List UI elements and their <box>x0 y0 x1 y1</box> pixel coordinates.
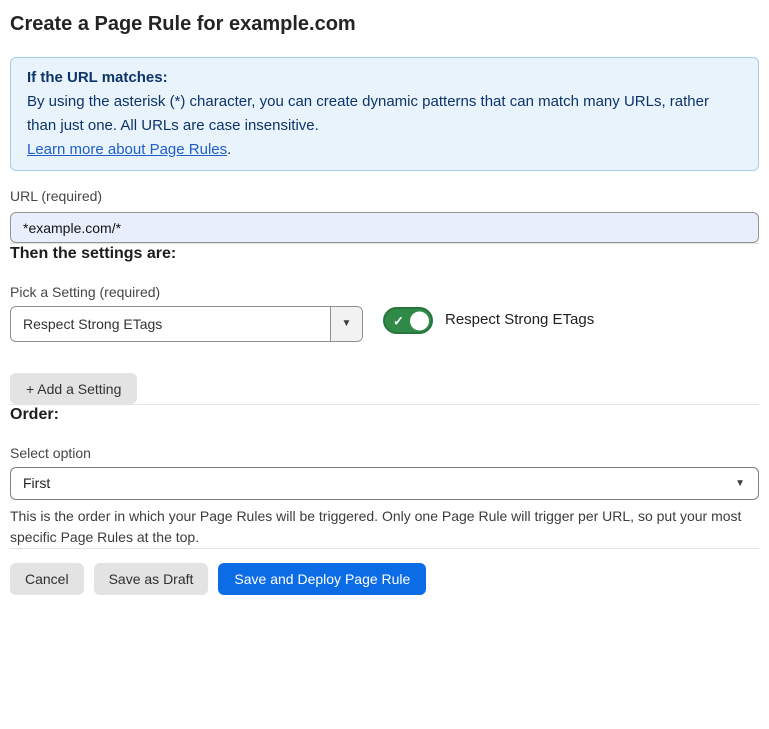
url-matches-info-box: If the URL matches: By using the asteris… <box>10 57 759 171</box>
info-box-body: By using the asterisk (*) character, you… <box>27 90 742 138</box>
info-link-line: Learn more about Page Rules. <box>27 138 742 162</box>
save-deploy-button[interactable]: Save and Deploy Page Rule <box>218 563 426 595</box>
chevron-down-icon: ▼ <box>735 479 745 489</box>
setting-dropdown-value: Respect Strong ETags <box>11 307 330 341</box>
footer-actions: Cancel Save as Draft Save and Deploy Pag… <box>10 563 759 595</box>
url-input[interactable] <box>10 212 759 243</box>
order-help-text: This is the order in which your Page Rul… <box>10 506 759 548</box>
link-period: . <box>227 141 231 158</box>
order-heading: Order: <box>10 405 759 424</box>
order-select-value: First <box>11 468 758 499</box>
save-draft-button[interactable]: Save as Draft <box>94 563 209 595</box>
page-title: Create a Page Rule for example.com <box>10 11 759 37</box>
select-option-label: Select option <box>10 445 759 462</box>
setting-row: Respect Strong ETags ▼ ✓ Respect Strong … <box>10 306 759 342</box>
create-page-rule-form: Create a Page Rule for example.com If th… <box>0 11 769 595</box>
order-select[interactable]: First ▼ <box>10 467 759 500</box>
check-icon: ✓ <box>393 314 404 327</box>
toggle-knob <box>410 311 429 330</box>
add-setting-button[interactable]: + Add a Setting <box>10 373 137 404</box>
chevron-down-icon: ▼ <box>342 319 352 329</box>
url-label: URL (required) <box>10 188 759 205</box>
pick-setting-label: Pick a Setting (required) <box>10 284 759 301</box>
cancel-button[interactable]: Cancel <box>10 563 84 595</box>
section-divider <box>10 548 759 549</box>
settings-heading: Then the settings are: <box>10 244 759 263</box>
info-box-heading: If the URL matches: <box>27 66 742 90</box>
dropdown-arrow-button[interactable]: ▼ <box>330 307 362 341</box>
setting-dropdown[interactable]: Respect Strong ETags ▼ <box>10 306 363 342</box>
toggle-label: Respect Strong ETags <box>445 306 594 334</box>
learn-more-link[interactable]: Learn more about Page Rules <box>27 141 227 158</box>
etags-toggle[interactable]: ✓ <box>383 307 433 334</box>
